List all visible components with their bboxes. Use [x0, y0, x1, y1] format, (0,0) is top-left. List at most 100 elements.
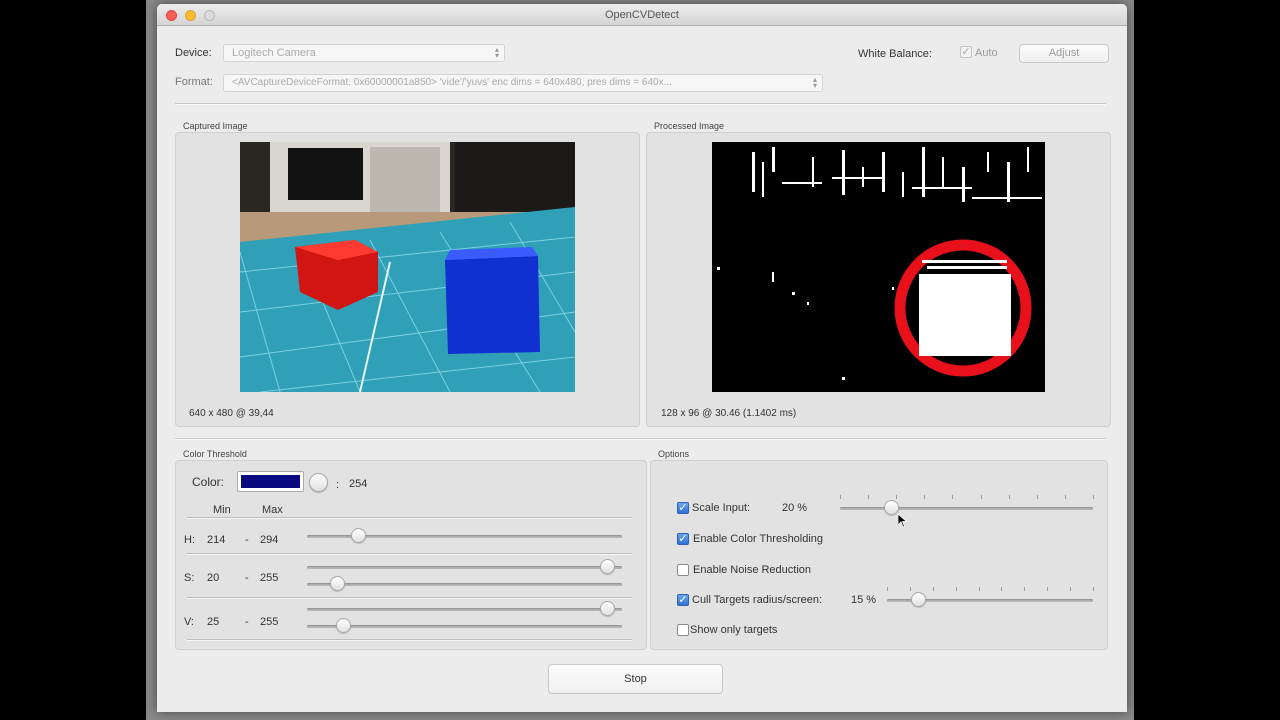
slider-tick — [955, 587, 957, 591]
max-header: Max — [262, 504, 283, 516]
options-box — [650, 460, 1108, 650]
captured-image-info: 640 x 480 @ 39,44 — [189, 408, 274, 419]
v-max-slider-track[interactable] — [307, 608, 622, 611]
app-window: OpenCVDetect Device: Logitech Camera ▴ ▾ … — [157, 4, 1127, 712]
slider-tick — [1070, 587, 1072, 591]
v-min-slider-track[interactable] — [307, 625, 622, 628]
slider-tick — [932, 587, 934, 591]
v-max-slider-knob[interactable] — [600, 601, 615, 616]
color-threshold-title: Color Threshold — [183, 449, 247, 459]
slider-tick — [980, 495, 982, 499]
v-min-slider-knob[interactable] — [336, 618, 351, 633]
color-thresholding-label: Enable Color Thresholding — [693, 533, 824, 545]
h-min-value: 214 — [207, 534, 226, 546]
slider-tick — [1047, 587, 1049, 591]
stop-button[interactable]: Stop — [548, 664, 723, 694]
v-max-value: 255 — [260, 616, 279, 628]
middle-separator — [175, 438, 1106, 440]
slider-tick — [868, 495, 870, 499]
v-min-value: 25 — [207, 616, 220, 628]
device-label: Device: — [175, 47, 212, 59]
format-label: Format: — [175, 76, 213, 88]
cull-targets-label: Cull Targets radius/screen: — [692, 594, 823, 606]
color-value: 254 — [349, 478, 368, 490]
checkmark-icon: ✓ — [678, 533, 688, 545]
checkmark-icon: ✓ — [961, 46, 971, 58]
s-max-slider-knob[interactable] — [600, 559, 615, 574]
s-max-slider-track[interactable] — [307, 566, 622, 569]
checkmark-icon: ✓ — [678, 502, 688, 514]
slider-tick — [1036, 495, 1038, 499]
captured-image-title: Captured Image — [183, 121, 248, 131]
color-colon: : — [336, 479, 340, 491]
processed-image-title: Processed Image — [654, 121, 725, 131]
mouse-cursor-icon — [898, 514, 907, 528]
slider-tick — [1093, 587, 1094, 591]
threshold-divider — [187, 639, 632, 641]
white-balance-auto-label: Auto — [975, 47, 998, 59]
slider-tick — [896, 495, 898, 499]
v-label: V: — [184, 616, 194, 628]
s-min-slider-track[interactable] — [307, 583, 622, 586]
adjust-button[interactable]: Adjust — [1019, 44, 1109, 63]
device-select[interactable]: Logitech Camera ▴ ▾ — [223, 44, 505, 62]
format-select[interactable]: <AVCaptureDeviceFormat: 0x60000001a850> … — [223, 74, 823, 92]
checkmark-icon: ✓ — [678, 594, 688, 606]
color-picker-button[interactable] — [309, 473, 328, 492]
noise-reduction-checkbox[interactable]: ✓ — [677, 564, 689, 576]
white-balance-label: White Balance: — [858, 48, 932, 60]
color-well[interactable] — [237, 471, 304, 492]
scale-input-label: Scale Input: — [692, 502, 751, 514]
s-min-slider-knob[interactable] — [330, 576, 345, 591]
header-separator — [175, 103, 1106, 105]
slider-tick — [1024, 587, 1026, 591]
format-select-value: <AVCaptureDeviceFormat: 0x60000001a850> … — [232, 77, 672, 88]
white-balance-auto-checkbox[interactable]: ✓ — [960, 46, 972, 58]
threshold-divider — [187, 597, 632, 599]
processed-threshold-image — [712, 142, 1045, 392]
title-bar[interactable]: OpenCVDetect — [157, 4, 1127, 26]
options-title: Options — [658, 449, 690, 459]
noise-reduction-label: Enable Noise Reduction — [693, 564, 812, 576]
slider-tick — [1001, 587, 1003, 591]
cull-targets-value: 15 % — [851, 594, 877, 606]
s-label: S: — [184, 572, 195, 584]
slider-tick — [1008, 495, 1010, 499]
s-dash: - — [245, 572, 249, 584]
slider-tick — [840, 495, 841, 499]
updown-arrows-icon: ▴ ▾ — [812, 75, 817, 90]
slider-tick — [909, 587, 911, 591]
color-thresholding-checkbox[interactable]: ✓ — [677, 533, 689, 545]
scale-input-checkbox[interactable]: ✓ — [677, 502, 689, 514]
min-header: Min — [213, 504, 231, 516]
s-max-value: 255 — [260, 572, 279, 584]
updown-arrows-icon: ▴ ▾ — [494, 45, 499, 60]
threshold-divider — [187, 553, 632, 555]
captured-camera-image — [240, 142, 575, 392]
color-swatch — [241, 475, 300, 488]
slider-tick — [952, 495, 954, 499]
window-title: OpenCVDetect — [605, 9, 679, 21]
show-only-targets-checkbox[interactable]: ✓ — [677, 624, 689, 636]
slider-tick — [924, 495, 926, 499]
s-min-value: 20 — [207, 572, 220, 584]
cull-targets-checkbox[interactable]: ✓ — [677, 594, 689, 606]
h-dash: - — [245, 534, 249, 546]
slider-tick — [887, 587, 888, 591]
color-label: Color: — [192, 475, 225, 489]
scale-input-slider-knob[interactable] — [883, 500, 899, 515]
slider-tick — [1064, 495, 1066, 499]
cull-targets-slider-knob[interactable] — [910, 592, 926, 607]
h-slider-knob[interactable] — [351, 528, 366, 543]
v-dash: - — [245, 616, 249, 628]
show-only-targets-label: Show only targets — [690, 624, 778, 636]
scale-input-slider-track[interactable] — [840, 507, 1093, 510]
h-label: H: — [184, 534, 195, 546]
slider-tick — [978, 587, 980, 591]
h-max-value: 294 — [260, 534, 279, 546]
device-select-value: Logitech Camera — [232, 47, 316, 59]
slider-tick — [1093, 495, 1094, 499]
threshold-divider — [187, 517, 632, 519]
scale-input-value: 20 % — [782, 502, 808, 514]
processed-image-info: 128 x 96 @ 30.46 (1.1402 ms) — [661, 408, 797, 419]
